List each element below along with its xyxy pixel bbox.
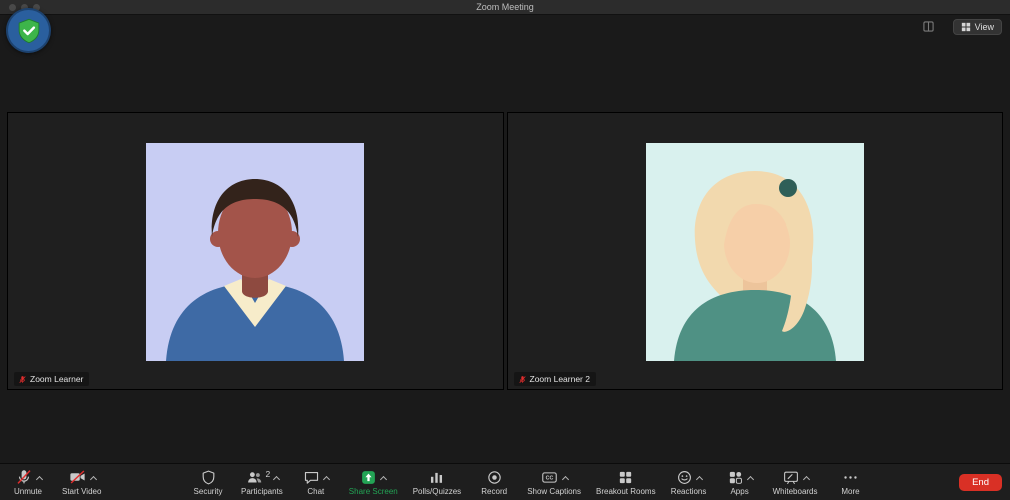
breakout-rooms-button[interactable]: Breakout Rooms: [594, 467, 658, 497]
apps-label: Apps: [730, 487, 748, 496]
start-video-label: Start Video: [62, 487, 101, 496]
chevron-up-icon[interactable]: [747, 475, 754, 482]
apps-icon: [727, 469, 744, 486]
chevron-up-icon[interactable]: [273, 475, 280, 482]
apps-button[interactable]: Apps: [720, 467, 760, 497]
breakout-rooms-label: Breakout Rooms: [596, 487, 656, 496]
video-grid: Zoom Learner Zoom Learner 2: [7, 112, 1003, 390]
participant-name: Zoom Learner 2: [530, 374, 590, 384]
show-captions-button[interactable]: CC Show Captions: [525, 467, 583, 497]
microphone-muted-icon: [18, 375, 27, 384]
svg-text:CC: CC: [546, 475, 554, 481]
security-label: Security: [194, 487, 223, 496]
meeting-security-badge[interactable]: [6, 8, 51, 53]
participants-icon: [245, 469, 264, 486]
chat-bubble-icon: [303, 469, 320, 486]
avatar-participant-2: [646, 143, 864, 361]
reactions-label: Reactions: [671, 487, 707, 496]
breakout-rooms-icon: [617, 469, 634, 486]
closed-captions-icon: CC: [540, 469, 559, 486]
share-screen-icon: [360, 469, 377, 486]
participants-button[interactable]: 2 Participants: [239, 467, 285, 497]
polls-quizzes-button[interactable]: Polls/Quizzes: [411, 467, 463, 497]
participant-name: Zoom Learner: [30, 374, 83, 384]
chevron-up-icon[interactable]: [90, 475, 97, 482]
unmute-label: Unmute: [14, 487, 42, 496]
more-button[interactable]: More: [831, 467, 871, 497]
start-video-button[interactable]: Start Video: [60, 467, 103, 497]
smiley-reactions-icon: [676, 469, 693, 486]
chevron-up-icon[interactable]: [696, 475, 703, 482]
record-label: Record: [481, 487, 507, 496]
woman-avatar-illustration: [646, 143, 864, 361]
fullscreen-icon[interactable]: [923, 21, 934, 32]
chevron-up-icon[interactable]: [35, 475, 42, 482]
reactions-button[interactable]: Reactions: [669, 467, 709, 497]
microphone-muted-icon: [518, 375, 527, 384]
video-tile-participant-2[interactable]: Zoom Learner 2: [507, 112, 1004, 390]
bar-chart-icon: [428, 469, 445, 486]
microphone-muted-icon: [15, 468, 33, 486]
show-captions-label: Show Captions: [527, 487, 581, 496]
view-button-label: View: [975, 22, 994, 32]
window-title: Zoom Meeting: [0, 0, 1010, 15]
meeting-toolbar: Unmute Start Video Security: [0, 463, 1010, 500]
shield-check-icon: [14, 16, 44, 46]
participants-label: Participants: [241, 487, 283, 496]
whiteboard-icon: [782, 469, 800, 486]
chevron-up-icon[interactable]: [323, 475, 330, 482]
participant-name-label: Zoom Learner 2: [514, 372, 596, 386]
polls-quizzes-label: Polls/Quizzes: [413, 487, 461, 496]
chat-label: Chat: [307, 487, 324, 496]
chevron-up-icon[interactable]: [380, 475, 387, 482]
grid-view-icon: [961, 22, 971, 32]
participant-name-label: Zoom Learner: [14, 372, 89, 386]
end-meeting-button[interactable]: End: [959, 474, 1002, 491]
shield-icon: [200, 469, 217, 486]
whiteboards-button[interactable]: Whiteboards: [771, 467, 820, 497]
share-screen-label: Share Screen: [349, 487, 398, 496]
chat-button[interactable]: Chat: [296, 467, 336, 497]
more-label: More: [841, 487, 859, 496]
whiteboards-label: Whiteboards: [773, 487, 818, 496]
participants-count: 2: [266, 469, 271, 479]
unmute-button[interactable]: Unmute: [8, 467, 48, 497]
record-icon: [486, 469, 503, 486]
avatar-participant-1: [146, 143, 364, 361]
ellipsis-icon: [842, 469, 859, 486]
view-button[interactable]: View: [953, 19, 1002, 35]
video-tile-participant-1[interactable]: Zoom Learner: [7, 112, 504, 390]
chevron-up-icon[interactable]: [562, 475, 569, 482]
man-avatar-illustration: [146, 143, 364, 361]
chevron-up-icon[interactable]: [803, 475, 810, 482]
security-button[interactable]: Security: [188, 467, 228, 497]
window-titlebar: Zoom Meeting: [0, 0, 1010, 15]
camera-off-icon: [68, 468, 87, 486]
record-button[interactable]: Record: [474, 467, 514, 497]
share-screen-button[interactable]: Share Screen: [347, 467, 400, 497]
